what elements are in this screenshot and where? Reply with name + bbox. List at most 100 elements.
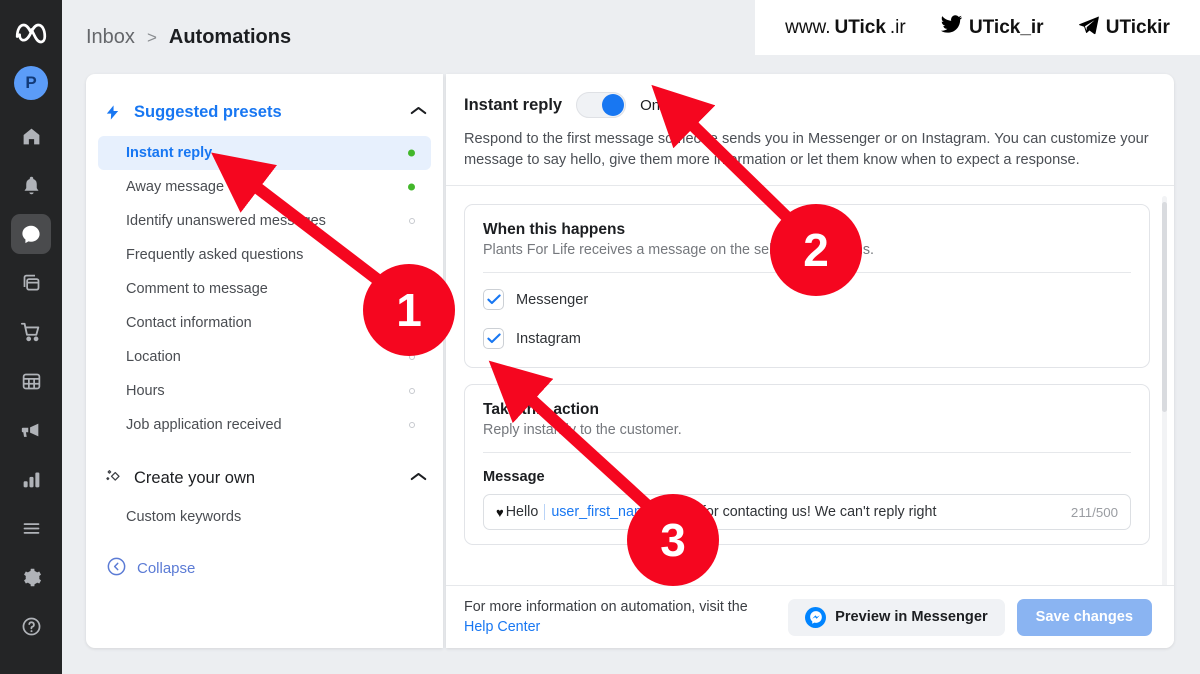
preset-item[interactable]: Hours	[98, 374, 431, 408]
preset-label: Contact information	[126, 315, 252, 331]
preview-button-label: Preview in Messenger	[835, 609, 988, 625]
preset-item[interactable]: Job application received	[98, 408, 431, 442]
instant-reply-toggle[interactable]	[576, 92, 627, 118]
watermark-bar: www. UTick .ir UTick_ir UTickir	[755, 0, 1200, 55]
lightning-bolt-icon	[104, 102, 126, 123]
chevron-up-icon-create[interactable]	[410, 469, 427, 487]
detail-header: Instant reply On Respond to the first me…	[446, 74, 1174, 186]
collapse-button[interactable]: Collapse	[106, 556, 443, 581]
watermark-site-brand: UTick	[834, 16, 886, 38]
channel-label-messenger: Messenger	[516, 291, 589, 308]
watermark-telegram-handle: UTickir	[1105, 16, 1170, 38]
rail-item-inbox[interactable]	[11, 214, 51, 254]
suggested-presets-header[interactable]: Suggested presets	[104, 88, 427, 136]
action-card-title: Take this action	[483, 401, 599, 418]
message-token-chip[interactable]: user_first_name	[544, 504, 654, 520]
preset-item[interactable]: Instant reply	[98, 136, 431, 170]
page-title: Automations	[168, 26, 292, 48]
telegram-paper-plane-icon	[1076, 14, 1102, 42]
checkbox-instagram[interactable]	[483, 328, 504, 349]
rail-item-pages[interactable]	[11, 263, 51, 303]
app-rail: P	[0, 0, 62, 674]
divider	[483, 452, 1131, 453]
divider	[483, 272, 1131, 273]
footer-text: For more information on automation, visi…	[464, 599, 748, 615]
avatar[interactable]: P	[14, 66, 48, 100]
preset-item[interactable]: Location	[98, 340, 431, 374]
sparkle-icon	[104, 468, 126, 488]
watermark-site-suffix: .ir	[889, 16, 906, 38]
channel-row-instagram[interactable]: Instagram	[483, 328, 1131, 349]
preset-item[interactable]: Comment to message	[98, 272, 431, 306]
channel-label-instagram: Instagram	[516, 330, 581, 347]
twitter-bird-icon	[938, 13, 965, 42]
messenger-icon	[805, 606, 827, 628]
watermark-twitter-handle: UTick_ir	[968, 16, 1044, 38]
message-rest: thanks for contacting us! We can't reply…	[655, 504, 937, 520]
presets-panel: Suggested presets Instant reply Away mess…	[86, 74, 443, 648]
rail-item-ads[interactable]	[11, 410, 51, 450]
preset-label: Hours	[126, 383, 165, 399]
preset-item[interactable]: Contact information	[98, 306, 431, 340]
rail-item-settings[interactable]	[11, 557, 51, 597]
preset-list: Instant reply Away message Identify unansw…	[86, 136, 443, 442]
when-card-subtitle: Plants For Life receives a message on th…	[483, 242, 874, 258]
rail-item-help[interactable]	[11, 606, 51, 646]
breadcrumb-separator-icon: >	[146, 27, 157, 47]
create-your-own-title: Create your own	[134, 468, 256, 487]
scrollbar-thumb[interactable]	[1162, 202, 1167, 412]
watermark-telegram: UTickir	[1076, 14, 1170, 42]
suggested-presets-title: Suggested presets	[134, 102, 282, 121]
rail-item-apps[interactable]	[11, 361, 51, 401]
heart-icon: ♥	[496, 504, 504, 520]
rail-item-commerce[interactable]	[11, 312, 51, 352]
checkbox-messenger[interactable]	[483, 289, 504, 310]
rail-item-notifications[interactable]	[11, 165, 51, 205]
screen-root: P Inbox > Automations www. UTick .ir UTi…	[0, 0, 1200, 674]
chevron-up-icon[interactable]	[410, 103, 427, 121]
preset-status-dot	[409, 388, 415, 394]
when-this-happens-card: When this happens Plants For Life receiv…	[464, 204, 1150, 368]
preset-label: Frequently asked questions	[126, 247, 304, 263]
collapse-label: Collapse	[137, 560, 196, 577]
message-prefix: Hello	[505, 504, 539, 520]
preset-status-dot	[409, 354, 415, 360]
help-center-link[interactable]: Help Center	[464, 619, 540, 635]
watermark-site-prefix: www.	[785, 16, 831, 38]
preset-item[interactable]: Frequently asked questions	[98, 238, 431, 272]
action-card-subtitle: Reply instantly to the customer.	[483, 422, 682, 438]
preset-label: Job application received	[126, 417, 282, 433]
create-your-own-header[interactable]: Create your own	[104, 456, 427, 500]
detail-scroll-area: When this happens Plants For Life receiv…	[446, 186, 1174, 633]
preset-label: Identify unanswered messages	[126, 213, 326, 229]
watermark-twitter: UTick_ir	[938, 13, 1044, 42]
message-input[interactable]: ♥ Hello user_first_name thanks for conta…	[483, 494, 1131, 530]
preset-item-custom-keywords[interactable]: Custom keywords	[98, 500, 431, 534]
rail-item-insights[interactable]	[11, 459, 51, 499]
preset-label: Comment to message	[126, 281, 268, 297]
meta-infinity-logo[interactable]	[11, 18, 51, 48]
breadcrumb: Inbox > Automations	[86, 26, 291, 49]
preset-label: Location	[126, 349, 181, 365]
preset-status-dot	[408, 149, 415, 157]
save-button-label: Save changes	[1035, 609, 1133, 625]
character-counter: 211/500	[1070, 504, 1118, 520]
footer-buttons: Preview in Messenger Save changes	[788, 598, 1152, 636]
preset-item[interactable]: Identify unanswered messages	[98, 204, 431, 238]
channel-row-messenger[interactable]: Messenger	[483, 289, 1131, 310]
preset-item[interactable]: Away message	[98, 170, 431, 204]
save-changes-button[interactable]: Save changes	[1016, 598, 1152, 636]
detail-description: Respond to the first message someone sen…	[464, 131, 1149, 168]
preset-status-dot	[409, 422, 415, 428]
when-card-title: When this happens	[483, 221, 626, 238]
preset-label: Away message	[126, 179, 225, 195]
preview-in-messenger-button[interactable]: Preview in Messenger	[788, 598, 1005, 636]
footer-info-text: For more information on automation, visi…	[464, 597, 748, 637]
message-label: Message	[483, 469, 545, 485]
chevron-left-circle-icon	[106, 556, 127, 581]
breadcrumb-parent[interactable]: Inbox	[86, 26, 135, 49]
rail-item-home[interactable]	[11, 116, 51, 156]
rail-item-more[interactable]	[11, 508, 51, 548]
watermark-website: www. UTick .ir	[785, 17, 906, 39]
rail-icon-list	[11, 116, 51, 655]
